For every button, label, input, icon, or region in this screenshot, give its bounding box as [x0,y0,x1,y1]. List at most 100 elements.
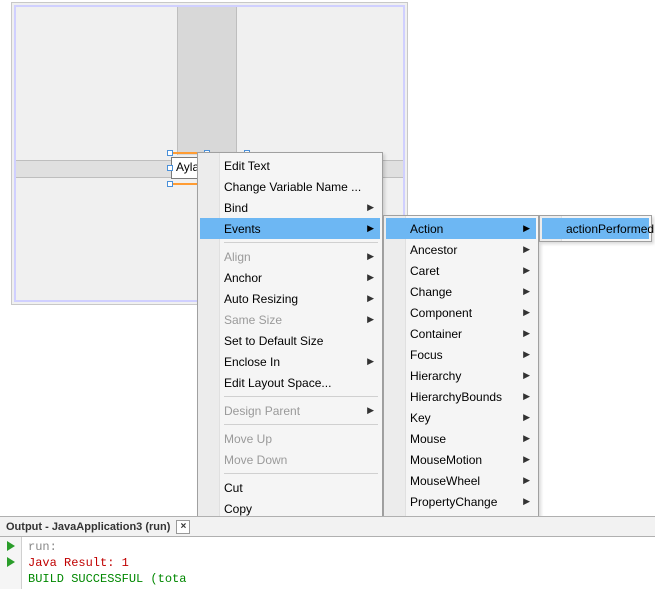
chevron-right-icon: ▶ [517,265,530,276]
menu-item-actionperformed[interactable]: actionPerformed [542,218,649,239]
chevron-right-icon: ▶ [361,314,374,325]
menu-item-label: Component [410,306,472,320]
menu-item-label: Anchor [224,271,262,285]
menu-separator [224,396,378,397]
menu-item-label: Focus [410,348,443,362]
menu-item-label: Align [224,250,251,264]
console-line: BUILD SUCCESSFUL (tota [28,572,186,586]
menu-item-label: Bind [224,201,248,215]
menu-item-change[interactable]: Change ▶ [386,281,536,302]
context-menu: Edit TextChange Variable Name ...Bind▶Ev… [197,152,383,564]
menu-item-label: MouseWheel [410,474,480,488]
console-line: run: [28,540,57,554]
chevron-right-icon: ▶ [361,251,374,262]
menu-item-label: Edit Text [224,159,270,173]
chevron-right-icon: ▶ [517,496,530,507]
menu-item-label: Change [410,285,452,299]
menu-item-label: MouseMotion [410,453,482,467]
menu-item-set-to-default-size[interactable]: Set to Default Size [200,330,380,351]
menu-item-mousewheel[interactable]: MouseWheel▶ [386,470,536,491]
menu-item-label: PropertyChange [410,495,497,509]
chevron-right-icon: ▶ [517,454,530,465]
menu-item-move-up: Move Up [200,428,380,449]
menu-item-align: Align ▶ [200,246,380,267]
run-icon[interactable] [4,539,18,553]
console-line: Java Result: 1 [28,556,129,570]
menu-item-label: Auto Resizing [224,292,298,306]
menu-item-change-variable-name[interactable]: Change Variable Name ... [200,176,380,197]
chevron-right-icon: ▶ [361,202,374,213]
menu-item-label: Key [410,411,431,425]
chevron-right-icon: ▶ [517,370,530,381]
menu-item-caret[interactable]: Caret ▶ [386,260,536,281]
menu-item-label: HierarchyBounds [410,390,502,404]
resize-handle[interactable] [167,181,173,187]
menu-item-same-size: Same Size ▶ [200,309,380,330]
menu-item-events[interactable]: Events ▶ [200,218,380,239]
chevron-right-icon: ▶ [517,412,530,423]
menu-item-label: Same Size [224,313,282,327]
menu-item-ancestor[interactable]: Ancestor ▶ [386,239,536,260]
menu-item-propertychange[interactable]: PropertyChange ▶ [386,491,536,512]
menu-item-label: Edit Layout Space... [224,376,331,390]
menu-item-bind[interactable]: Bind ▶ [200,197,380,218]
chevron-right-icon: ▶ [361,356,374,367]
output-console[interactable]: run: Java Result: 1 BUILD SUCCESSFUL (to… [22,537,192,589]
menu-item-move-down: Move Down [200,449,380,470]
menu-item-label: Copy [224,502,252,516]
menu-item-label: Move Up [224,432,272,446]
chevron-right-icon: ▶ [517,391,530,402]
menu-item-label: Ancestor [410,243,457,257]
menu-item-label: Container [410,327,462,341]
menu-item-action[interactable]: Action ▶ [386,218,536,239]
menu-item-enclose-in[interactable]: Enclose In ▶ [200,351,380,372]
run-icon[interactable] [4,555,18,569]
action-submenu: actionPerformed [539,215,652,242]
resize-handle[interactable] [167,150,173,156]
close-icon[interactable]: × [176,520,190,534]
menu-item-label: Events [224,222,261,236]
menu-item-label: Action [410,222,443,236]
chevron-right-icon: ▶ [517,328,530,339]
menu-separator [224,424,378,425]
menu-item-component[interactable]: Component▶ [386,302,536,323]
menu-item-label: Enclose In [224,355,280,369]
resize-handle[interactable] [167,165,173,171]
menu-item-label: Cut [224,481,243,495]
menu-item-label: Move Down [224,453,287,467]
menu-item-label: Change Variable Name ... [224,180,361,194]
chevron-right-icon: ▶ [361,223,374,234]
menu-separator [224,473,378,474]
menu-item-container[interactable]: Container ▶ [386,323,536,344]
menu-item-anchor[interactable]: Anchor ▶ [200,267,380,288]
menu-item-design-parent: Design Parent ▶ [200,400,380,421]
menu-item-edit-text[interactable]: Edit Text [200,155,380,176]
menu-item-label: Hierarchy [410,369,461,383]
chevron-right-icon: ▶ [517,244,530,255]
output-gutter [0,537,22,589]
menu-item-label: actionPerformed [566,222,654,236]
menu-item-cut[interactable]: Cut [200,477,380,498]
menu-item-label: Design Parent [224,404,300,418]
chevron-right-icon: ▶ [517,433,530,444]
menu-item-edit-layout-space[interactable]: Edit Layout Space... [200,372,380,393]
menu-item-mousemotion[interactable]: MouseMotion ▶ [386,449,536,470]
output-panel: Output - JavaApplication3 (run) × run: J… [0,516,655,589]
menu-item-label: Mouse [410,432,446,446]
menu-item-mouse[interactable]: Mouse ▶ [386,428,536,449]
chevron-right-icon: ▶ [361,405,374,416]
menu-separator [224,242,378,243]
menu-item-key[interactable]: Key ▶ [386,407,536,428]
chevron-right-icon: ▶ [361,272,374,283]
menu-item-hierarchy[interactable]: Hierarchy ▶ [386,365,536,386]
menu-item-focus[interactable]: Focus ▶ [386,344,536,365]
menu-item-hierarchybounds[interactable]: HierarchyBounds ▶ [386,386,536,407]
output-title: Output - JavaApplication3 (run) [6,521,170,533]
output-header: Output - JavaApplication3 (run) × [0,517,655,537]
chevron-right-icon: ▶ [517,286,530,297]
chevron-right-icon: ▶ [517,223,530,234]
chevron-right-icon: ▶ [517,349,530,360]
menu-item-auto-resizing[interactable]: Auto Resizing▶ [200,288,380,309]
menu-item-label: Caret [410,264,439,278]
anchor-guide-vertical [177,7,237,155]
